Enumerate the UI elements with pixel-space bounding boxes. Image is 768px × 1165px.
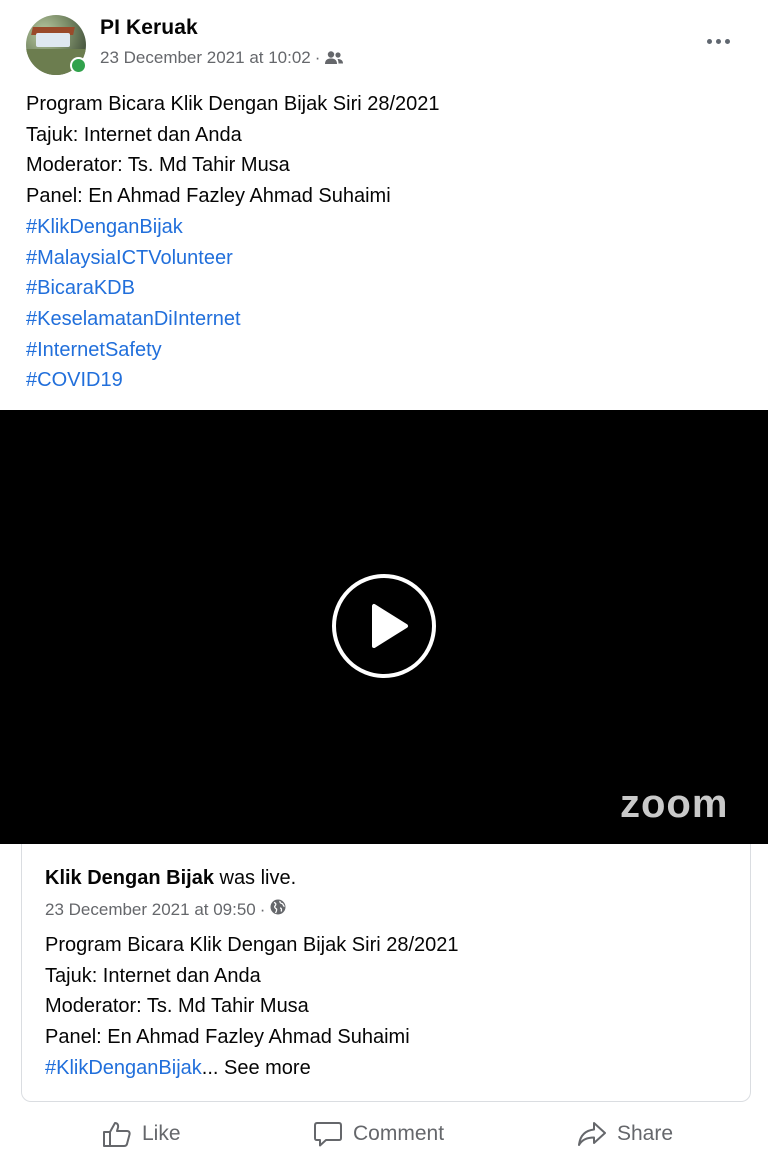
- post-line: Moderator: Ts. Md Tahir Musa: [26, 154, 290, 177]
- post-meta: 23 December 2021 at 10:02 ·: [100, 48, 344, 68]
- shared-line: Program Bicara Klik Dengan Bijak Siri 28…: [45, 934, 459, 956]
- hashtag-link[interactable]: #KeselamatanDiInternet: [26, 304, 440, 335]
- shared-author-name[interactable]: Klik Dengan Bijak: [45, 867, 214, 889]
- more-options-button[interactable]: [700, 26, 736, 56]
- meta-separator: ·: [259, 899, 266, 919]
- post-line: Program Bicara Klik Dengan Bijak Siri 28…: [26, 93, 440, 115]
- shared-line: Tajuk: Internet dan Anda: [45, 964, 261, 987]
- share-label: Share: [617, 1122, 674, 1145]
- share-icon: [578, 1122, 606, 1146]
- shared-status: was live.: [213, 867, 297, 889]
- hashtag-link[interactable]: #KlikDenganBijak: [26, 212, 440, 243]
- globe-icon: [269, 898, 287, 921]
- post-author-name[interactable]: PI Keruak: [100, 16, 198, 40]
- post-line: Panel: En Ahmad Fazley Ahmad Suhaimi: [26, 185, 391, 208]
- like-icon: [103, 1122, 131, 1147]
- shared-post-meta: 23 December 2021 at 09:50 ·: [45, 898, 287, 921]
- play-icon: [372, 604, 408, 648]
- shared-post-text: Program Bicara Klik Dengan Bijak Siri 28…: [45, 930, 459, 1084]
- like-label: Like: [142, 1122, 181, 1145]
- comment-button[interactable]: Comment: [313, 1117, 444, 1151]
- hashtag-link[interactable]: #COVID19: [26, 365, 440, 396]
- hashtag-link[interactable]: #BicaraKDB: [26, 273, 440, 304]
- online-status-dot: [70, 57, 87, 74]
- comment-label: Comment: [353, 1122, 445, 1145]
- shared-line: Moderator: Ts. Md Tahir Musa: [45, 995, 309, 1018]
- ellipsis: ...: [201, 1056, 219, 1079]
- shared-timestamp[interactable]: 23 December 2021 at 09:50: [45, 900, 256, 920]
- more-dot-icon: [706, 38, 712, 44]
- meta-separator: ·: [314, 48, 321, 67]
- hashtag-link[interactable]: #InternetSafety: [26, 335, 440, 366]
- shared-post-header: Klik Dengan Bijak was live.: [45, 867, 296, 890]
- shared-last-line: #KlikDenganBijak... See more: [45, 1053, 459, 1084]
- hashtag-link[interactable]: #KlikDenganBijak: [45, 1057, 202, 1079]
- share-button[interactable]: Share: [577, 1117, 673, 1151]
- see-more-link[interactable]: See more: [218, 1057, 311, 1079]
- zoom-watermark: zoom: [620, 782, 729, 826]
- play-button[interactable]: [332, 574, 436, 678]
- comment-icon: [314, 1122, 342, 1147]
- post-card: PI Keruak 23 December 2021 at 10:02 · Pr…: [0, 0, 768, 1165]
- friends-icon: [324, 50, 344, 66]
- post-line: Tajuk: Internet dan Anda: [26, 123, 242, 146]
- hashtag-link[interactable]: #MalaysiaICTVolunteer: [26, 243, 440, 274]
- post-timestamp[interactable]: 23 December 2021 at 10:02: [100, 48, 311, 68]
- like-button[interactable]: Like: [102, 1117, 181, 1151]
- shared-line: Panel: En Ahmad Fazley Ahmad Suhaimi: [45, 1026, 410, 1049]
- post-text: Program Bicara Klik Dengan Bijak Siri 28…: [26, 89, 440, 396]
